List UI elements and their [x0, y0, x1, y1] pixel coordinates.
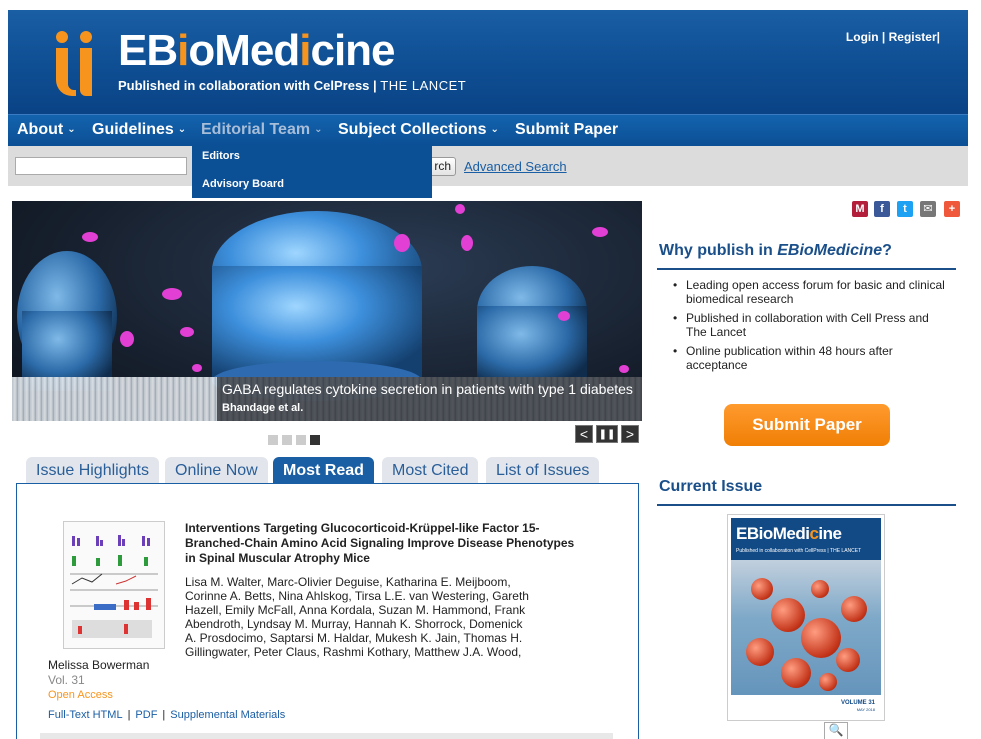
- list-item: Online publication within 48 hours after…: [673, 344, 946, 372]
- separator: |: [881, 30, 886, 44]
- hero-caption[interactable]: GABA regulates cytokine secretion in pat…: [217, 377, 642, 421]
- login-link[interactable]: Login: [846, 30, 879, 44]
- chevron-right-icon[interactable]: >: [621, 425, 639, 443]
- article-volume: Vol. 31: [48, 673, 85, 687]
- carousel-dot[interactable]: [282, 435, 292, 445]
- plus-icon[interactable]: +: [944, 201, 960, 217]
- list-item: Leading open access forum for basic and …: [673, 278, 946, 306]
- article-last-author: Melissa Bowerman: [48, 658, 150, 672]
- facebook-icon[interactable]: f: [874, 201, 890, 217]
- tab-online-now[interactable]: Online Now: [165, 457, 268, 483]
- carousel-dot[interactable]: [296, 435, 306, 445]
- why-publish-list: Leading open access forum for basic and …: [673, 278, 946, 377]
- site-logo-text[interactable]: EBioMedicine: [118, 26, 396, 76]
- divider: [40, 733, 613, 739]
- twitter-icon[interactable]: t: [897, 201, 913, 217]
- chevron-down-icon: ⌄: [177, 124, 187, 135]
- main-navigation: About ⌄ Guidelines ⌄ Editorial Team ⌄ Subje…: [8, 114, 968, 146]
- ebiomedicine-logo-icon[interactable]: [52, 28, 98, 98]
- advanced-search-link[interactable]: Advanced Search: [464, 159, 567, 174]
- tab-most-read[interactable]: Most Read: [273, 457, 374, 483]
- separator: |: [162, 709, 166, 721]
- open-access-badge: Open Access: [48, 689, 113, 701]
- chevron-down-icon: ⌄: [67, 124, 76, 135]
- carousel-dot-active[interactable]: [310, 435, 320, 445]
- dropdown-item-advisory-board[interactable]: Advisory Board: [202, 178, 284, 190]
- register-link[interactable]: Register: [889, 30, 937, 44]
- why-publish-heading: Why publish in EBioMedicine?: [659, 242, 892, 259]
- cover-tagline: Published in collaboration with CellPres…: [736, 548, 862, 554]
- current-issue-cover[interactable]: EBioMedicine Published in collaboration …: [727, 514, 885, 721]
- cover-date: MAY 2018: [856, 707, 875, 712]
- account-links: Login | Register|: [846, 30, 940, 44]
- nav-guidelines[interactable]: Guidelines ⌄: [92, 121, 186, 139]
- current-issue-heading: Current Issue: [659, 478, 763, 495]
- article-authors: Lisa M. Walter, Marc-Olivier Deguise, Ka…: [185, 575, 529, 659]
- cover-volume: VOLUME 31: [840, 700, 875, 706]
- hero-authors: Bhandage et al.: [222, 402, 304, 414]
- full-text-link[interactable]: Full-Text HTML: [48, 709, 123, 721]
- site-tagline: Published in collaboration with CelPress…: [118, 78, 467, 93]
- search-input[interactable]: [15, 157, 187, 175]
- zoom-icon[interactable]: 🔍: [824, 722, 848, 739]
- article-thumbnail[interactable]: [63, 521, 165, 649]
- hero-title[interactable]: GABA regulates cytokine secretion in pat…: [222, 381, 633, 397]
- nav-submit-paper[interactable]: Submit Paper: [515, 121, 618, 139]
- supplemental-link[interactable]: Supplemental Materials: [170, 709, 285, 721]
- divider: [657, 504, 956, 506]
- carousel-indicators: [268, 432, 324, 450]
- separator: |: [936, 30, 940, 44]
- tab-list-of-issues[interactable]: List of Issues: [486, 457, 600, 483]
- chevron-down-icon: ⌄: [314, 124, 323, 135]
- article-title[interactable]: Interventions Targeting Glucocorticoid-K…: [185, 521, 585, 566]
- chevron-left-icon[interactable]: <: [575, 425, 593, 443]
- separator: |: [127, 709, 131, 721]
- hero-carousel[interactable]: GABA regulates cytokine secretion in pat…: [12, 201, 642, 421]
- carousel-dot[interactable]: [268, 435, 278, 445]
- article-links: Full-Text HTML | PDF | Supplemental Material…: [48, 709, 285, 721]
- submit-paper-button[interactable]: Submit Paper: [724, 404, 890, 446]
- editorial-team-dropdown: Editors Advisory Board: [192, 145, 432, 198]
- email-icon[interactable]: ✉: [920, 201, 936, 217]
- divider: [657, 268, 956, 270]
- nav-about[interactable]: About ⌄: [17, 121, 76, 139]
- list-item: Published in collaboration with Cell Pre…: [673, 311, 946, 339]
- site-header: EBioMedicine Published in collaboration …: [8, 10, 968, 114]
- mendeley-icon[interactable]: M: [852, 201, 868, 217]
- chevron-down-icon: ⌄: [490, 124, 499, 135]
- pdf-link[interactable]: PDF: [135, 709, 157, 721]
- dropdown-item-editors[interactable]: Editors: [202, 150, 240, 162]
- cover-logo: EBioMedicine: [736, 524, 842, 543]
- nav-editorial-team[interactable]: Editorial Team ⌄: [201, 121, 322, 139]
- pause-icon[interactable]: ❚❚: [596, 425, 618, 443]
- tab-most-cited[interactable]: Most Cited: [382, 457, 479, 483]
- nav-subject-collections[interactable]: Subject Collections ⌄: [338, 121, 499, 139]
- search-bar: rch Advanced Search: [8, 146, 968, 186]
- tab-issue-highlights[interactable]: Issue Highlights: [26, 457, 159, 483]
